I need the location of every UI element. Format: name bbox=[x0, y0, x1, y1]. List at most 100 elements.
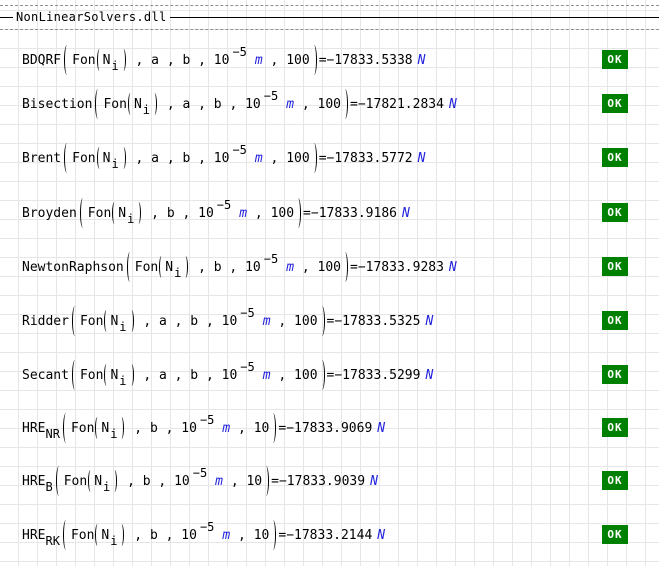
bracket-args: b bbox=[150, 528, 158, 543]
variable: N bbox=[118, 206, 126, 221]
result-value: −17833.9039 bbox=[279, 474, 365, 489]
equals-sign: = bbox=[278, 421, 286, 436]
function-name: NewtonRaphson bbox=[22, 260, 124, 275]
bracket-args: b bbox=[143, 474, 151, 489]
ok-button[interactable]: OK bbox=[602, 94, 628, 113]
inner-close-paren-icon bbox=[129, 310, 134, 332]
equation-row[interactable]: Brent Fon Ni , a , b , 10−5m , 100 =−178… bbox=[22, 141, 425, 175]
bracket-args: a , b bbox=[159, 368, 198, 383]
close-paren-icon bbox=[311, 143, 317, 173]
unit-length: m bbox=[222, 528, 230, 543]
equation-row[interactable]: BDQRF Fon Ni , a , b , 10−5m , 100 =−178… bbox=[22, 43, 425, 77]
unit-length: m bbox=[255, 53, 263, 68]
function-name: Ridder bbox=[22, 314, 69, 329]
inner-function-name: Fon bbox=[88, 206, 111, 221]
function-name: Brent bbox=[22, 151, 61, 166]
equation-row[interactable]: NewtonRaphson Fon Ni , b , 10−5m , 100 =… bbox=[22, 250, 457, 284]
function-name: HRE bbox=[22, 528, 45, 543]
comma: , bbox=[230, 421, 253, 436]
variable-subscript: i bbox=[111, 157, 118, 171]
ok-button[interactable]: OK bbox=[602, 311, 628, 330]
inner-function-name: Fon bbox=[71, 528, 94, 543]
comma: , bbox=[126, 528, 149, 543]
comma: , bbox=[247, 206, 270, 221]
equation-row[interactable]: HRERK Fon Ni , b , 10−5m , 10 =−17833.21… bbox=[22, 518, 385, 552]
close-paren-icon bbox=[295, 198, 301, 228]
inner-close-paren-icon bbox=[112, 470, 117, 492]
comma: , bbox=[143, 206, 166, 221]
variable: N bbox=[134, 97, 142, 112]
comma: , bbox=[136, 314, 159, 329]
iterations: 100 bbox=[286, 53, 309, 68]
area-title[interactable]: NonLinearSolvers.dll bbox=[13, 10, 170, 24]
function-name: Secant bbox=[22, 368, 69, 383]
variable: N bbox=[165, 260, 173, 275]
inner-close-paren-icon bbox=[121, 49, 126, 71]
comma: , bbox=[151, 474, 174, 489]
close-paren-icon bbox=[263, 466, 269, 496]
comma: , bbox=[222, 260, 245, 275]
ok-button[interactable]: OK bbox=[602, 471, 628, 490]
bracket-args: b bbox=[214, 260, 222, 275]
equation-row[interactable]: Broyden Fon Ni , b , 10−5m , 100 =−17833… bbox=[22, 196, 410, 230]
tolerance-base: 10 bbox=[214, 151, 230, 166]
unit-force: N bbox=[370, 474, 378, 489]
function-name: Broyden bbox=[22, 206, 77, 221]
inner-function-name: Fon bbox=[71, 421, 94, 436]
variable-subscript: i bbox=[119, 320, 126, 334]
unit-length: m bbox=[255, 151, 263, 166]
equation-row[interactable]: Bisection Fon Ni , a , b , 10−5m , 100 =… bbox=[22, 87, 457, 121]
tolerance-exponent: −5 bbox=[264, 252, 278, 266]
smath-worksheet: { "header": { "title": "NonLinearSolvers… bbox=[0, 0, 659, 566]
unit-force: N bbox=[377, 421, 385, 436]
equals-sign: = bbox=[278, 528, 286, 543]
ok-button[interactable]: OK bbox=[602, 50, 628, 69]
iterations: 100 bbox=[318, 260, 341, 275]
equation-row[interactable]: HRENR Fon Ni , b , 10−5m , 10 =−17833.90… bbox=[22, 411, 385, 445]
open-paren-icon bbox=[63, 413, 69, 443]
inner-open-paren-icon bbox=[95, 524, 100, 546]
tolerance-exponent: −5 bbox=[264, 89, 278, 103]
area-separator[interactable]: NonLinearSolvers.dll bbox=[0, 10, 659, 24]
tolerance-exponent: −5 bbox=[217, 198, 231, 212]
equation-row[interactable]: Ridder Fon Ni , a , b , 10−5m , 100 =−17… bbox=[22, 304, 433, 338]
ok-button[interactable]: OK bbox=[602, 257, 628, 276]
bracket-args: b bbox=[167, 206, 175, 221]
comma: , bbox=[263, 53, 286, 68]
iterations: 100 bbox=[294, 314, 317, 329]
inner-open-paren-icon bbox=[128, 93, 133, 115]
unit-force: N bbox=[449, 260, 457, 275]
equals-sign: = bbox=[271, 474, 279, 489]
equals-sign: = bbox=[327, 314, 335, 329]
open-paren-icon bbox=[64, 45, 70, 75]
ok-button[interactable]: OK bbox=[602, 365, 628, 384]
open-paren-icon bbox=[56, 466, 62, 496]
equals-sign: = bbox=[327, 368, 335, 383]
tolerance-base: 10 bbox=[181, 421, 197, 436]
inner-open-paren-icon bbox=[97, 147, 102, 169]
variable-subscript: i bbox=[143, 103, 150, 117]
unit-length: m bbox=[263, 368, 271, 383]
function-name: HRE bbox=[22, 474, 45, 489]
comma: , bbox=[294, 97, 317, 112]
function-name: BDQRF bbox=[22, 53, 61, 68]
tolerance-base: 10 bbox=[214, 53, 230, 68]
result-value: −17833.2144 bbox=[286, 528, 372, 543]
page-border-dashed-bottom bbox=[0, 29, 659, 30]
inner-close-paren-icon bbox=[183, 256, 188, 278]
unit-length: m bbox=[239, 206, 247, 221]
ok-button[interactable]: OK bbox=[602, 203, 628, 222]
function-name: HRE bbox=[22, 421, 45, 436]
comma: , bbox=[128, 151, 151, 166]
ok-button[interactable]: OK bbox=[602, 418, 628, 437]
variable-subscript: i bbox=[111, 59, 118, 73]
ok-button[interactable]: OK bbox=[602, 148, 628, 167]
inner-close-paren-icon bbox=[121, 147, 126, 169]
inner-function-name: Fon bbox=[72, 151, 95, 166]
tolerance-exponent: −5 bbox=[200, 520, 214, 534]
equation-row[interactable]: Secant Fon Ni , a , b , 10−5m , 100 =−17… bbox=[22, 358, 433, 392]
equation-row[interactable]: HREB Fon Ni , b , 10−5m , 10 =−17833.903… bbox=[22, 464, 378, 498]
ok-button[interactable]: OK bbox=[602, 525, 628, 544]
open-paren-icon bbox=[127, 252, 133, 282]
comma: , bbox=[294, 260, 317, 275]
